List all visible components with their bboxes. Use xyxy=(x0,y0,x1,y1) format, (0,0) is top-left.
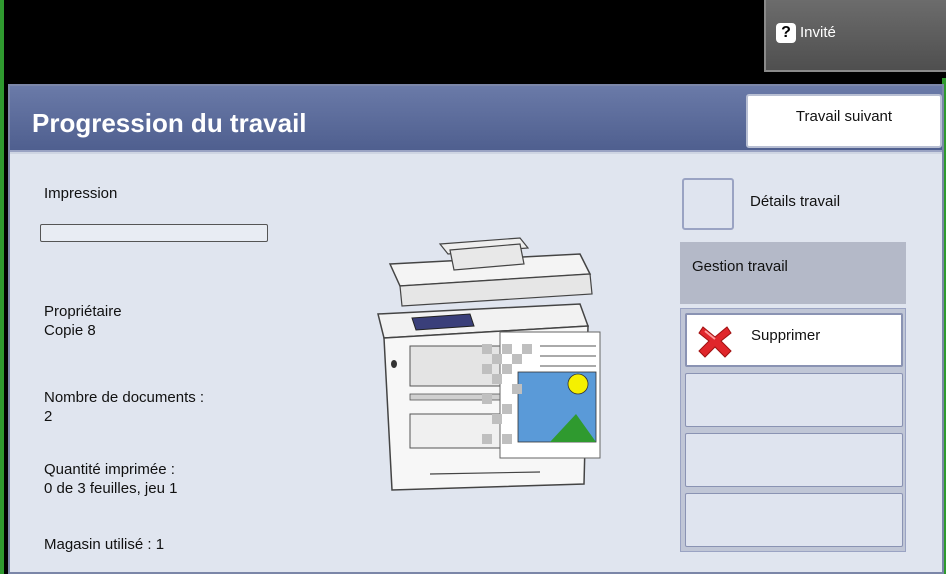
printed-qty-value: 0 de 3 feuilles, jeu 1 xyxy=(44,480,178,497)
job-management-label: Gestion travail xyxy=(692,258,788,275)
page-title: Progression du travail xyxy=(32,108,307,138)
tray-used: Magasin utilisé : 1 xyxy=(44,536,165,553)
job-management-header: Gestion travail xyxy=(680,242,906,304)
printed-qty-label: Quantité imprimée : xyxy=(44,461,175,478)
panel-content: Impression Propriétaire Copie 8 Nombre d… xyxy=(10,154,942,572)
doc-count-value: 2 xyxy=(44,408,53,425)
job-action-empty-1[interactable] xyxy=(685,373,903,427)
delete-x-icon xyxy=(698,326,732,358)
job-details-label: Détails travail xyxy=(750,193,841,210)
owner-label: Propriétaire xyxy=(44,303,122,320)
doc-count-label: Nombre de documents : xyxy=(44,389,205,406)
job-details-button[interactable] xyxy=(682,178,734,230)
delete-label: Supprimer xyxy=(751,327,821,344)
progress-bar xyxy=(40,224,268,242)
guest-label: Invité xyxy=(800,24,836,41)
delete-button[interactable]: Supprimer xyxy=(685,313,903,367)
next-job-button[interactable]: Travail suivant xyxy=(746,94,942,148)
owner-value: Copie 8 xyxy=(44,322,96,339)
job-action-empty-3[interactable] xyxy=(685,493,903,547)
panel-header: Progression du travail Travail suivant xyxy=(10,86,942,152)
guest-button[interactable]: ? Invité xyxy=(764,0,946,72)
job-action-empty-2[interactable] xyxy=(685,433,903,487)
printer-illustration xyxy=(377,237,601,491)
job-progress-panel: Progression du travail Travail suivant I… xyxy=(8,84,944,574)
printing-label: Impression xyxy=(44,185,118,202)
help-icon: ? xyxy=(776,23,796,43)
job-actions-list: Supprimer xyxy=(680,308,906,552)
